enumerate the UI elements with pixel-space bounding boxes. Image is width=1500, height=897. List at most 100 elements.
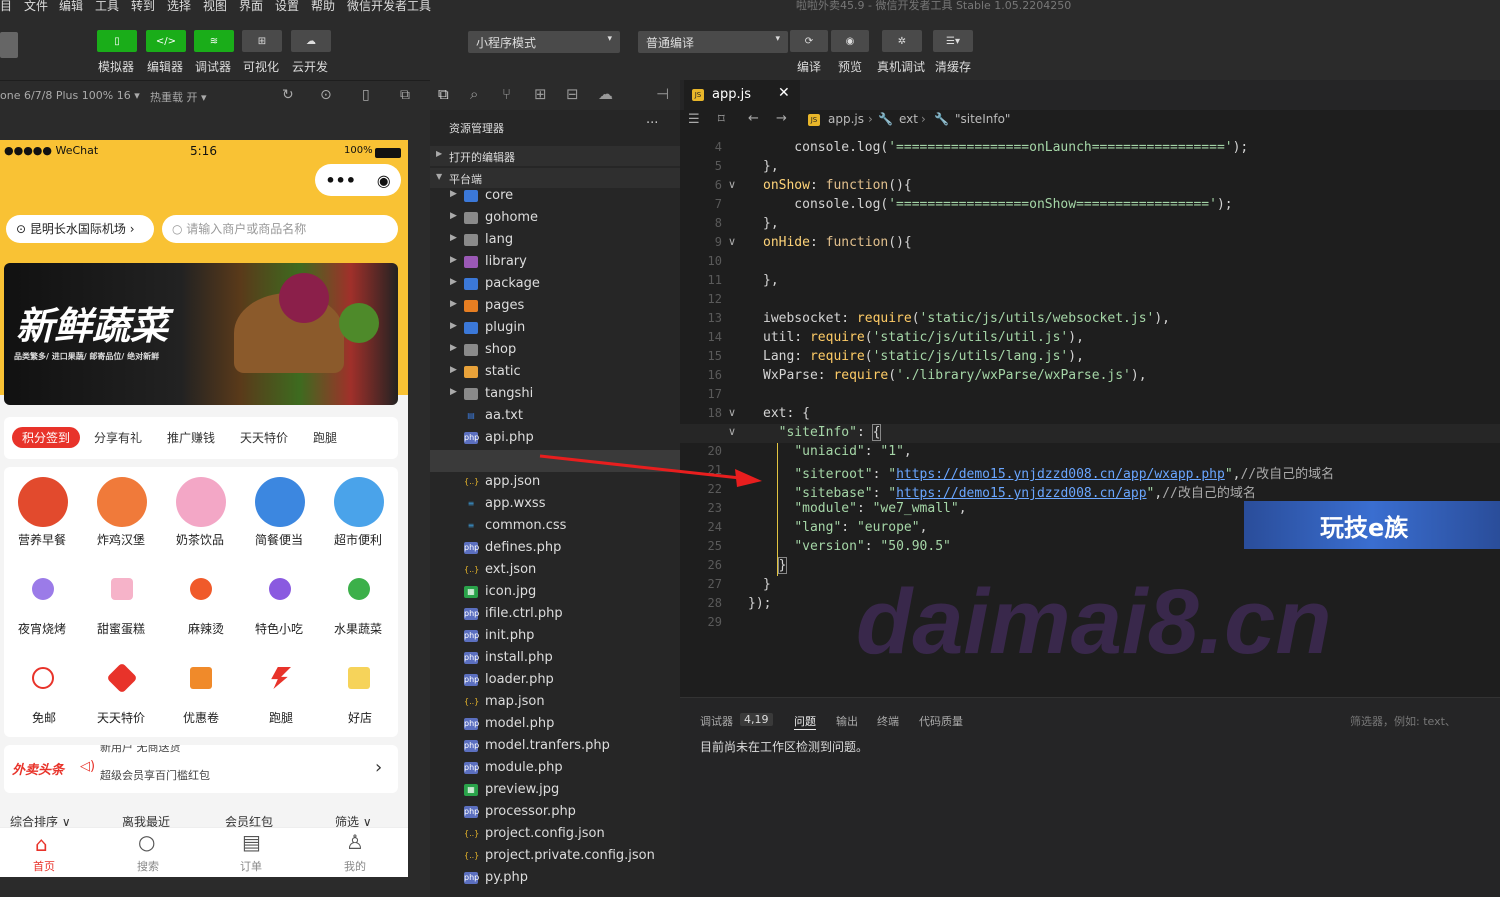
hot-reload-select[interactable]: 热重载 开 ▾: [150, 89, 207, 105]
location-selector[interactable]: ⊙ 昆明长水国际机场 ›: [6, 215, 154, 243]
quick-link-share[interactable]: 分享有礼: [94, 429, 142, 446]
tab-mine[interactable]: 我的: [344, 858, 366, 874]
category-label[interactable]: 麻辣烫: [188, 620, 224, 637]
file-item[interactable]: {..} ext.json: [430, 560, 680, 582]
visual-button[interactable]: ⊞: [242, 30, 282, 52]
open-editors-section[interactable]: ▶ 打开的编辑器: [430, 146, 680, 166]
folder-item[interactable]: ▶ package: [430, 274, 680, 296]
cloud-button[interactable]: ☁: [291, 30, 331, 52]
record-icon[interactable]: ⊙: [320, 87, 332, 103]
fruit-icon[interactable]: [348, 578, 370, 600]
category-label[interactable]: 夜宵烧烤: [18, 620, 66, 637]
folder-item[interactable]: ▶ lang: [430, 230, 680, 252]
file-item[interactable]: php model.tranfers.php: [430, 736, 680, 758]
menu-item-goto[interactable]: 转到: [131, 0, 155, 14]
file-item[interactable]: php processor.php: [430, 802, 680, 824]
banner[interactable]: 新鲜蔬菜 品类繁多/ 进口果蔬/ 邮寄品位/ 绝对新鲜: [4, 263, 398, 405]
category-label[interactable]: 跑腿: [269, 709, 293, 726]
tab-orders[interactable]: 订单: [240, 858, 262, 874]
menu-item-edit[interactable]: 编辑: [59, 0, 83, 14]
tab-code-quality[interactable]: 代码质量: [919, 713, 963, 729]
folder-item[interactable]: ▶ static: [430, 362, 680, 384]
quick-link-errand[interactable]: 跑腿: [313, 429, 337, 446]
file-item[interactable]: php api.php: [430, 428, 680, 450]
storage-icon[interactable]: ⊟: [566, 85, 579, 103]
folder-item[interactable]: ▶ gohome: [430, 208, 680, 230]
free-shipping-icon[interactable]: [32, 667, 54, 689]
menu-item-select[interactable]: 选择: [167, 0, 191, 14]
search-input[interactable]: ○ 请输入商户或商品名称: [162, 215, 398, 243]
category-label[interactable]: 好店: [348, 709, 372, 726]
cloud-icon[interactable]: ☁: [598, 85, 613, 103]
avatar[interactable]: [0, 32, 18, 58]
orders-icon[interactable]: ▤: [242, 830, 261, 854]
coupon-icon[interactable]: [190, 667, 212, 689]
category-label[interactable]: 超市便利: [334, 531, 382, 548]
file-item[interactable]: ≡ common.css: [430, 516, 680, 538]
tag-icon[interactable]: [106, 662, 138, 694]
tab-terminal[interactable]: 终端: [877, 713, 899, 729]
category-label[interactable]: 优惠卷: [183, 709, 219, 726]
file-item[interactable]: php install.php: [430, 648, 680, 670]
menu-item-tools[interactable]: 工具: [95, 0, 119, 14]
file-item[interactable]: {..} project.config.json: [430, 824, 680, 846]
outline-icon[interactable]: ☰: [688, 112, 700, 127]
simulator-toggle-button[interactable]: ▯: [97, 30, 137, 52]
folder-item[interactable]: ▶ core: [430, 186, 680, 208]
file-item[interactable]: php module.php: [430, 758, 680, 780]
forward-arrow-icon[interactable]: →: [776, 111, 787, 126]
home-icon[interactable]: ⌂: [35, 832, 48, 856]
category-label[interactable]: 免邮: [32, 709, 56, 726]
supermarket-icon[interactable]: [334, 477, 384, 527]
milk-tea-icon[interactable]: [176, 477, 226, 527]
git-icon[interactable]: ⑂: [502, 85, 511, 103]
category-label[interactable]: 特色小吃: [255, 620, 303, 637]
file-item[interactable]: php py.php: [430, 868, 680, 890]
fried-chicken-icon[interactable]: [97, 477, 147, 527]
clear-cache-button[interactable]: ☰▾: [933, 30, 973, 52]
collapse-panel-icon[interactable]: ⊣: [656, 85, 669, 103]
folder-item[interactable]: ▶ tangshi: [430, 384, 680, 406]
menu-item-file[interactable]: 文件: [24, 0, 48, 14]
phone-icon[interactable]: ▯: [362, 87, 370, 103]
quick-link-checkin[interactable]: 积分签到: [12, 427, 81, 448]
search-icon[interactable]: ○: [138, 830, 155, 854]
extensions-icon[interactable]: ⊞: [534, 85, 547, 103]
category-label[interactable]: 天天特价: [97, 709, 145, 726]
night-snack-icon[interactable]: [32, 578, 54, 600]
tab-search[interactable]: 搜索: [137, 858, 159, 874]
tab-output[interactable]: 输出: [836, 713, 858, 729]
tab-debugger[interactable]: 调试器: [700, 713, 733, 729]
file-item[interactable]: php defines.php: [430, 538, 680, 560]
file-item[interactable]: ▤ aa.txt: [430, 406, 680, 428]
folder-item[interactable]: ▶ shop: [430, 340, 680, 362]
file-item[interactable]: {..} project.private.config.json: [430, 846, 680, 868]
file-item[interactable]: ≡ app.wxss: [430, 494, 680, 516]
bento-icon[interactable]: [255, 477, 305, 527]
notice-bar[interactable]: 外卖头条 ◁) 新用户 无商送货 超级会员享百门槛红包 ›: [4, 745, 398, 793]
cake-icon[interactable]: [111, 578, 133, 600]
tab-problems[interactable]: 问题: [794, 713, 816, 730]
menu-item[interactable]: 目: [0, 0, 12, 14]
file-item[interactable]: ▦ icon.jpg: [430, 582, 680, 604]
editor-toggle-button[interactable]: </>: [146, 30, 186, 52]
category-label[interactable]: 奶茶饮品: [176, 531, 224, 548]
quick-link-promote[interactable]: 推广赚钱: [167, 429, 215, 446]
fold-chevron-icon[interactable]: ∨: [728, 178, 736, 191]
fold-chevron-icon[interactable]: ∨: [728, 235, 736, 248]
user-icon[interactable]: ♙: [346, 830, 364, 854]
quick-link-deals[interactable]: 天天特价: [240, 429, 288, 446]
compile-mode-select[interactable]: 普通编译 ▾: [638, 31, 788, 53]
menu-item-help[interactable]: 帮助: [311, 0, 335, 14]
platform-section[interactable]: ▼ 平台端: [430, 168, 680, 188]
close-tab-icon[interactable]: ✕: [778, 85, 790, 101]
real-debug-button[interactable]: ✲: [882, 30, 922, 52]
breadcrumb-file[interactable]: app.js: [828, 112, 864, 126]
rotate-icon[interactable]: ↻: [282, 87, 294, 103]
folder-item[interactable]: ▶ library: [430, 252, 680, 274]
file-item[interactable]: {..} map.json: [430, 692, 680, 714]
fold-chevron-icon[interactable]: ∨: [728, 425, 736, 438]
spicy-hotpot-icon[interactable]: [190, 578, 212, 600]
compile-button[interactable]: ⟳: [790, 30, 828, 52]
category-label[interactable]: 营养早餐: [18, 531, 66, 548]
